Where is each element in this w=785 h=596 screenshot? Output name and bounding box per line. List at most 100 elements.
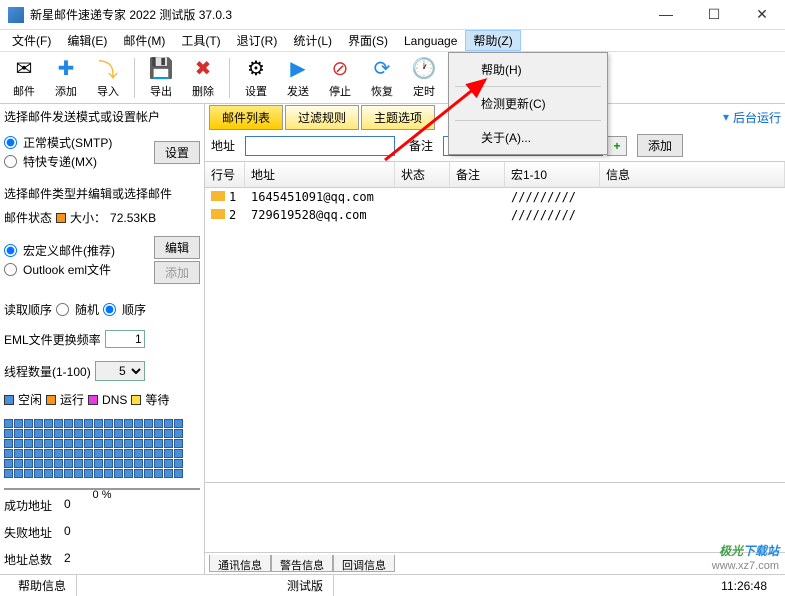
refresh-icon: ⟳ [370,57,394,81]
thread-cell [174,459,183,468]
col-status[interactable]: 状态 [395,162,450,187]
radio-express-mode[interactable]: 特快专递(MX) [4,153,150,170]
thread-cell [34,459,43,468]
background-run-link[interactable]: ▾后台运行 [723,109,781,126]
thread-cell [24,419,33,428]
close-button[interactable]: ✕ [747,6,777,23]
dropdown-help[interactable]: 帮助(H) [451,55,605,84]
tool-import[interactable]: ⤵导入 [88,54,128,102]
content-area: 邮件列表 过滤规则 主题选项 地址库 ▾后台运行 地址 备注 + 添加 行号 地… [205,104,785,574]
mail-status-row: 邮件状态 大小： 72.53KB [4,209,200,226]
thread-cell [104,449,113,458]
radio-normal-mode[interactable]: 正常模式(SMTP) [4,134,150,151]
thread-cell [4,419,13,428]
address-input[interactable] [245,136,395,156]
tab-warn-info[interactable]: 警告信息 [271,555,333,572]
thread-cell [114,419,123,428]
menu-mail[interactable]: 邮件(M) [115,30,173,51]
thread-cell [144,419,153,428]
thread-cell [154,419,163,428]
col-note[interactable]: 备注 [450,162,505,187]
menu-unsub[interactable]: 退订(R) [229,30,286,51]
dropdown-about[interactable]: 关于(A)... [451,123,605,152]
thread-cell [84,469,93,478]
tab-return-info[interactable]: 回调信息 [333,555,395,572]
tool-add[interactable]: ✚添加 [46,54,86,102]
run-color-icon [46,395,56,405]
menu-file[interactable]: 文件(F) [4,30,59,51]
thread-cell [64,459,73,468]
tab-theme[interactable]: 主题选项 [361,105,435,130]
thread-cell [24,439,33,448]
col-info[interactable]: 信息 [600,162,785,187]
status-color-icon [56,213,66,223]
menu-tool[interactable]: 工具(T) [173,30,228,51]
tool-settings[interactable]: ⚙设置 [236,54,276,102]
progress-bar: 0 % [4,488,200,490]
settings-button[interactable]: 设置 [154,141,200,164]
tool-export[interactable]: 💾导出 [141,54,181,102]
log-panel [205,482,785,552]
edit-button[interactable]: 编辑 [154,236,200,259]
thread-cell [14,429,23,438]
gear-icon: ⚙ [244,57,268,81]
tab-filter[interactable]: 过滤规则 [285,105,359,130]
tool-timer[interactable]: 🕐定时 [404,54,444,102]
col-index[interactable]: 行号 [205,162,245,187]
delete-icon: ✖ [191,57,215,81]
col-address[interactable]: 地址 [245,162,395,187]
menu-edit[interactable]: 编辑(E) [59,30,115,51]
thread-cell [54,449,63,458]
col-macro[interactable]: 宏1-10 [505,162,600,187]
table-row[interactable]: 2729619528@qq.com///////// [205,206,785,224]
menu-stats[interactable]: 统计(L) [285,30,340,51]
plus-icon: ✚ [54,57,78,81]
add-field-button[interactable]: + [607,136,627,156]
thread-cell [144,439,153,448]
thread-cell [4,469,13,478]
thread-cell [114,429,123,438]
sidebar: 选择邮件发送模式或设置帐户 正常模式(SMTP) 特快专递(MX) 设置 选择邮… [0,104,205,574]
help-dropdown: 帮助(H) 检测更新(C) 关于(A)... [448,52,608,155]
dropdown-check-update[interactable]: 检测更新(C) [451,89,605,118]
menu-help[interactable]: 帮助(Z) [465,30,520,51]
thread-legend: 空闲 运行 DNS 等待 [4,391,200,408]
thread-cell [54,419,63,428]
thread-cell [54,429,63,438]
table-body[interactable]: 11645451091@qq.com/////////2729619528@qq… [205,188,785,482]
thread-cell [94,439,103,448]
minimize-button[interactable]: — [651,6,681,23]
table-row[interactable]: 11645451091@qq.com///////// [205,188,785,206]
tab-comm-info[interactable]: 通讯信息 [209,555,271,572]
stop-icon: ⊘ [328,57,352,81]
tool-delete[interactable]: ✖删除 [183,54,223,102]
thread-cell [94,459,103,468]
table-header: 行号 地址 状态 备注 宏1-10 信息 [205,162,785,188]
thread-cell [154,439,163,448]
add-mail-button[interactable]: 添加 [154,261,200,284]
thread-cell [74,469,83,478]
thread-cell [14,459,23,468]
radio-macro-mail[interactable]: 宏定义邮件(推荐) [4,242,150,259]
tool-resume[interactable]: ⟳恢复 [362,54,402,102]
menu-language[interactable]: Language [396,32,465,50]
eml-rate-input[interactable] [105,330,145,348]
threads-select[interactable]: 5 [95,361,145,381]
thread-cell [44,429,53,438]
total-count: 2 [64,551,71,568]
wait-color-icon [131,395,141,405]
tab-mail-list[interactable]: 邮件列表 [209,105,283,130]
menu-interface[interactable]: 界面(S) [340,30,396,51]
thread-cell [154,449,163,458]
radio-random[interactable]: 随机 [56,301,99,318]
tool-send[interactable]: ▶发送 [278,54,318,102]
thread-cell [34,429,43,438]
radio-sequential[interactable]: 顺序 [103,301,146,318]
app-icon [8,7,24,23]
maximize-button[interactable]: ☐ [699,6,729,23]
tool-stop[interactable]: ⊘停止 [320,54,360,102]
thread-cell [94,449,103,458]
tool-mail[interactable]: ✉邮件 [4,54,44,102]
add-address-button[interactable]: 添加 [637,134,683,157]
radio-outlook-eml[interactable]: Outlook eml文件 [4,261,150,278]
